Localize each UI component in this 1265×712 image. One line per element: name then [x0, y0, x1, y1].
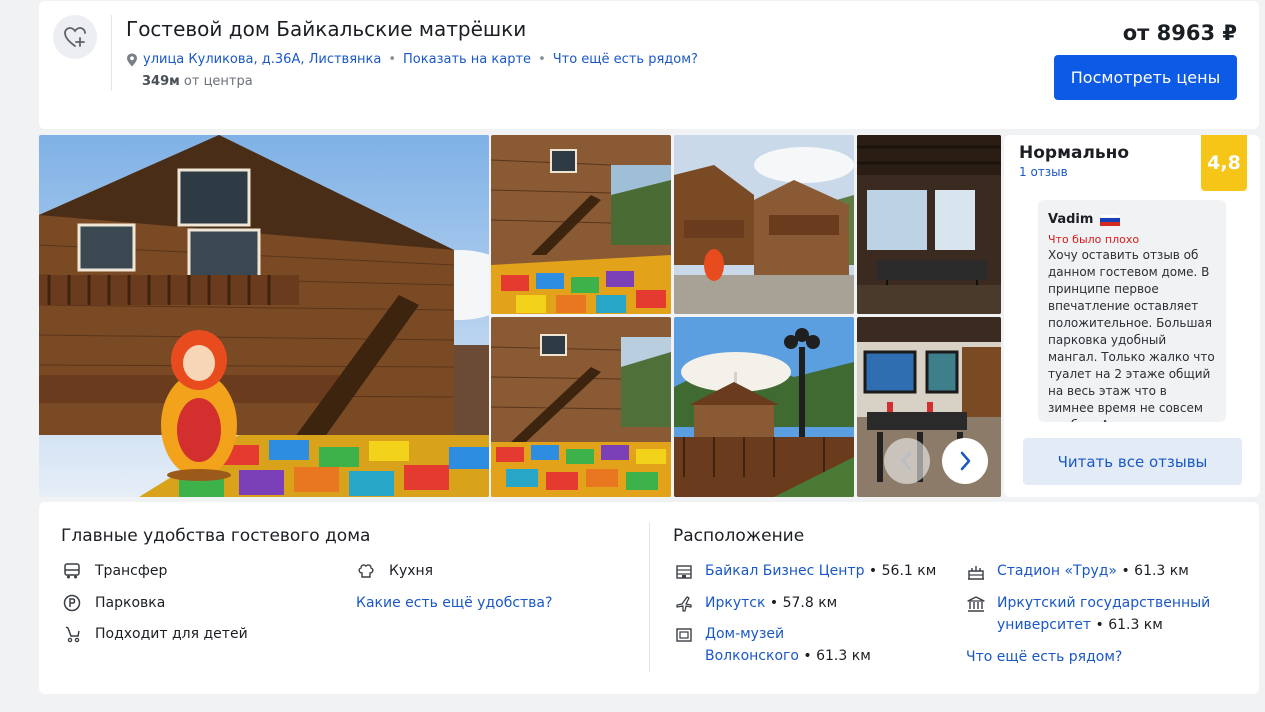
- chevron-right-icon: [960, 451, 971, 471]
- gallery-prev-button[interactable]: [884, 438, 930, 484]
- chevron-left-icon: [901, 451, 912, 471]
- review-negative-label: Что было плохо: [1048, 233, 1140, 246]
- place-distance: 56.1 км: [881, 563, 937, 579]
- place-link[interactable]: Иркутск: [705, 595, 765, 611]
- location-place: Иркутский государственный университет • 6…: [967, 592, 1210, 636]
- view-prices-button[interactable]: Посмотреть цены: [1054, 55, 1237, 100]
- university-icon: [967, 596, 985, 612]
- amenity-label: Подходит для детей: [95, 626, 248, 642]
- address-link[interactable]: улица Куликова, д.36А, Листвянка: [143, 52, 381, 67]
- parking-icon: [63, 594, 81, 612]
- chef-hat-icon: [358, 564, 374, 578]
- photo-thumbnail[interactable]: [491, 135, 671, 314]
- amenity-label: Трансфер: [95, 563, 168, 579]
- amenities-location-card: Главные удобства гостевого дома Трансфер…: [39, 502, 1259, 694]
- russia-flag-icon: [1100, 213, 1121, 226]
- separator-dot: •: [388, 52, 397, 67]
- info-divider: [649, 522, 650, 672]
- review-text: Хочу оставить отзыв об данном гостевом д…: [1048, 248, 1215, 422]
- location-place: Байкал Бизнес Центр • 56.1 км: [675, 560, 936, 582]
- business-center-icon: [676, 565, 692, 579]
- amenity-kids: Подходит для детей: [63, 625, 248, 643]
- read-all-reviews-button[interactable]: Читать все отзывы: [1023, 438, 1242, 485]
- amenity-transfer: Трансфер: [63, 562, 167, 580]
- place-distance: 61.3 км: [816, 648, 871, 664]
- place-link[interactable]: Стадион «Труд»: [997, 563, 1117, 579]
- gallery-next-button[interactable]: [942, 438, 988, 484]
- show-on-map-link[interactable]: Показать на карте: [403, 52, 531, 67]
- place-distance: 61.3 км: [1134, 563, 1189, 579]
- photo-thumbnail[interactable]: [857, 135, 1001, 314]
- review-snippet: Vadim Что было плохо Хочу оставить отзыв…: [1038, 200, 1226, 422]
- photo-thumbnail[interactable]: [674, 317, 854, 497]
- place-link-line2[interactable]: университет: [997, 617, 1091, 633]
- museum-icon: [676, 628, 692, 642]
- amenity-label: Кухня: [389, 563, 434, 579]
- location-title: Расположение: [673, 526, 805, 546]
- stadium-icon: [968, 566, 984, 580]
- place-link-line2[interactable]: Волконского: [705, 648, 799, 664]
- place-distance: 61.3 км: [1108, 617, 1163, 633]
- hotel-title: Гостевой дом Байкальские матрёшки: [126, 17, 527, 41]
- place-link[interactable]: Байкал Бизнес Центр: [705, 563, 864, 579]
- score-badge: 4,8: [1201, 135, 1247, 191]
- review-author-name: Vadim: [1048, 212, 1094, 227]
- location-place: Стадион «Труд» • 61.3 км: [967, 560, 1189, 582]
- reviews-panel: Нормально 1 отзыв 4,8 Vadim Что было пло…: [1004, 135, 1260, 497]
- amenity-parking: Парковка: [63, 594, 165, 612]
- photo-gallery: [39, 135, 1001, 497]
- place-distance: 57.8 км: [782, 595, 838, 611]
- place-link-line1[interactable]: Иркутский государственный: [997, 595, 1210, 611]
- add-to-favorites-button[interactable]: [53, 15, 97, 59]
- review-author: Vadim: [1048, 212, 1216, 227]
- address-row: улица Куликова, д.36А, Листвянка • Показ…: [126, 52, 698, 67]
- airplane-icon: [676, 596, 692, 612]
- nearby-link[interactable]: Что ещё есть рядом?: [553, 52, 698, 67]
- rating-word: Нормально: [1019, 143, 1130, 163]
- place-link-line1[interactable]: Дом-музей: [705, 626, 784, 642]
- hotel-header: Гостевой дом Байкальские матрёшки улица …: [39, 1, 1259, 129]
- separator-dot: •: [538, 52, 546, 67]
- bus-icon: [64, 563, 80, 579]
- map-pin-icon: [127, 53, 137, 66]
- heart-plus-icon: [64, 27, 86, 47]
- reviews-count-link[interactable]: 1 отзыв: [1019, 165, 1068, 179]
- amenities-title: Главные удобства гостевого дома: [61, 526, 371, 546]
- location-place: Дом-музей Волконского • 61.3 км: [675, 623, 871, 667]
- distance-label: от центра: [183, 74, 253, 89]
- photo-thumbnail[interactable]: [491, 317, 671, 497]
- amenity-kitchen: Кухня: [357, 562, 433, 580]
- photo-thumbnail[interactable]: [674, 135, 854, 314]
- amenity-label: Парковка: [95, 595, 166, 611]
- stroller-icon: [65, 626, 80, 643]
- distance-value: 349м: [142, 74, 180, 89]
- main-photo[interactable]: [39, 135, 489, 497]
- location-place: Иркутск • 57.8 км: [675, 592, 837, 614]
- price: от 8963 ₽: [1122, 21, 1237, 45]
- more-amenities-link[interactable]: Какие есть ещё удобства?: [356, 595, 552, 611]
- header-divider: [111, 15, 112, 91]
- distance-from-center: 349м от центра: [142, 74, 253, 89]
- nearby-places-link[interactable]: Что ещё есть рядом?: [966, 649, 1122, 665]
